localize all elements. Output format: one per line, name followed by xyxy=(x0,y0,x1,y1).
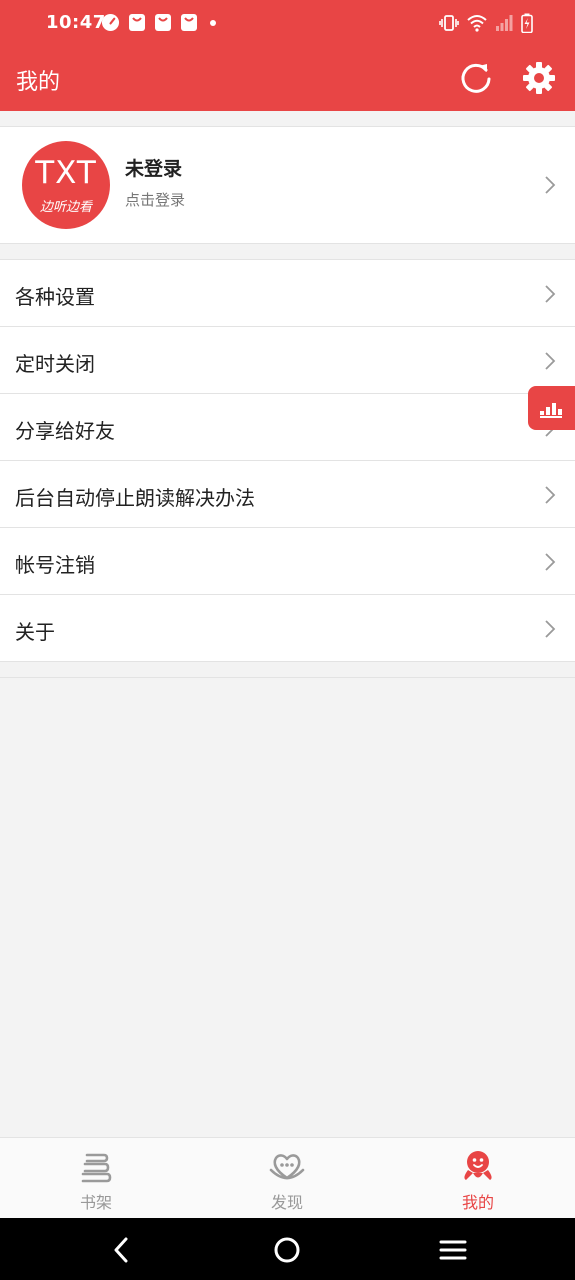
mine-mascot-icon xyxy=(464,1151,492,1180)
avatar-logo-text: TXT xyxy=(35,155,97,191)
settings-button[interactable] xyxy=(520,59,558,97)
recent-apps-icon[interactable] xyxy=(437,1234,469,1266)
battery-charging-icon xyxy=(521,13,533,33)
menu-item-settings[interactable]: 各种设置 xyxy=(0,260,575,327)
app-header: 10:47 我的 xyxy=(0,0,575,111)
tab-mine[interactable]: 我的 xyxy=(418,1138,538,1218)
shopping-bag-icon xyxy=(129,14,145,31)
menu-item-delete-account[interactable]: 帐号注销 xyxy=(0,528,575,595)
discover-heart-icon xyxy=(269,1154,305,1180)
settings-menu-list: 各种设置 定时关闭 分享给好友 后台自动停止朗读解决办法 帐号注销 关于 xyxy=(0,259,575,662)
notification-icons xyxy=(101,13,220,32)
tab-bookshelf[interactable]: 书架 xyxy=(36,1138,156,1218)
speedometer-icon xyxy=(101,13,120,32)
chevron-right-icon xyxy=(545,553,556,571)
tab-label: 我的 xyxy=(461,1193,494,1212)
chevron-right-icon xyxy=(545,352,556,370)
chevron-right-icon xyxy=(545,620,556,638)
wifi-icon xyxy=(467,15,487,32)
menu-item-label: 各种设置 xyxy=(15,285,95,309)
shopping-bag-icon xyxy=(181,14,197,31)
signal-icon xyxy=(496,15,513,31)
bookshelf-icon xyxy=(81,1153,112,1183)
tab-discover[interactable]: 发现 xyxy=(227,1138,347,1218)
equalizer-icon xyxy=(539,403,562,418)
profile-name: 未登录 xyxy=(125,158,183,180)
page-title: 我的 xyxy=(16,70,61,95)
menu-item-label: 关于 xyxy=(15,620,55,644)
menu-item-label: 定时关闭 xyxy=(15,352,95,376)
floating-player-tab[interactable] xyxy=(528,386,575,430)
home-icon[interactable] xyxy=(271,1234,303,1266)
avatar: TXT 边听边看 xyxy=(22,141,110,229)
tab-label: 发现 xyxy=(270,1193,303,1212)
dot-icon xyxy=(210,20,216,26)
status-time: 10:47 xyxy=(46,12,106,33)
refresh-button[interactable] xyxy=(457,59,495,97)
refresh-icon xyxy=(461,63,491,93)
menu-item-background-fix[interactable]: 后台自动停止朗读解决办法 xyxy=(0,461,575,528)
menu-item-about[interactable]: 关于 xyxy=(0,595,575,662)
menu-item-label: 后台自动停止朗读解决办法 xyxy=(15,486,255,510)
login-hint: 点击登录 xyxy=(125,191,186,209)
chevron-right-icon xyxy=(545,176,556,194)
system-icons xyxy=(439,13,533,33)
login-profile-card[interactable]: TXT 边听边看 未登录 点击登录 xyxy=(0,126,575,244)
tab-label: 书架 xyxy=(79,1193,112,1212)
menu-item-share[interactable]: 分享给好友 xyxy=(0,394,575,461)
settings-gear-icon xyxy=(523,62,555,94)
vibrate-icon xyxy=(439,15,459,31)
menu-item-sleep-timer[interactable]: 定时关闭 xyxy=(0,327,575,394)
bottom-tab-bar: 书架 发现 我的 xyxy=(0,1137,575,1218)
system-navigation-bar xyxy=(0,1218,575,1280)
back-icon[interactable] xyxy=(106,1234,138,1266)
chevron-right-icon xyxy=(545,285,556,303)
menu-item-label: 帐号注销 xyxy=(15,553,95,577)
status-bar: 10:47 xyxy=(0,0,575,46)
chevron-right-icon xyxy=(545,486,556,504)
avatar-logo-subtext: 边听边看 xyxy=(39,200,92,215)
shopping-bag-icon xyxy=(155,14,171,31)
menu-item-label: 分享给好友 xyxy=(15,419,115,443)
divider xyxy=(0,677,575,678)
